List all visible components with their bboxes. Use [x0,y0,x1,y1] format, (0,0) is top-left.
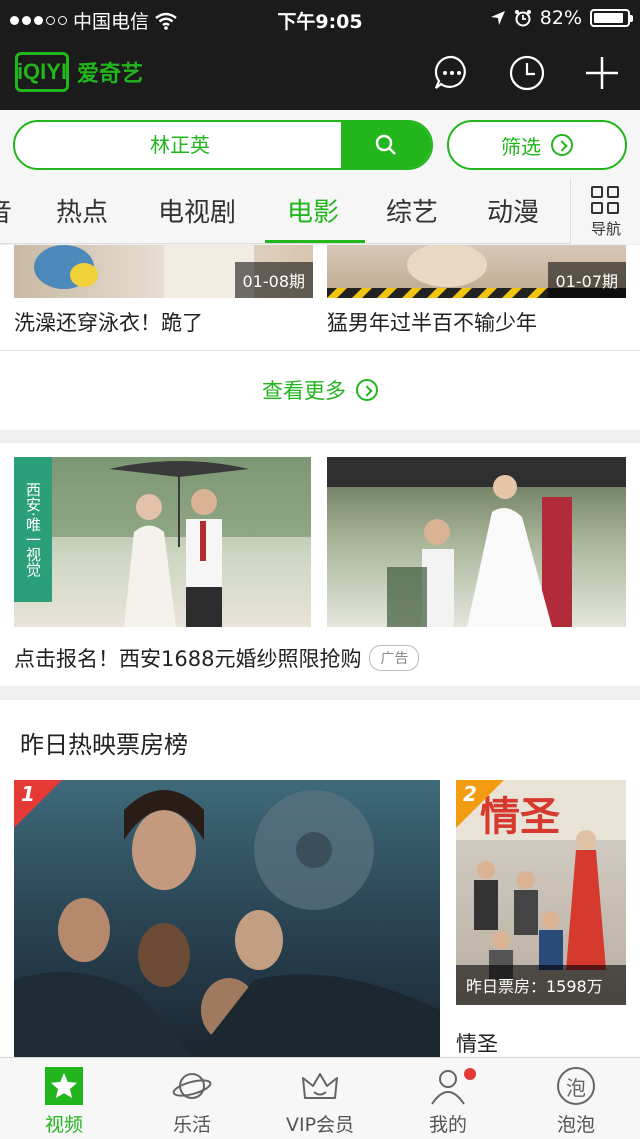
history-clock-icon[interactable] [508,54,546,92]
filter-button[interactable]: 筛选 [447,120,627,170]
movie-poster-rank-1[interactable]: 1 [14,780,440,1057]
video-title[interactable]: 猛男年过半百不输少年 [327,307,537,337]
tab-label: 我的 [428,1114,467,1136]
bottom-tab-vip[interactable]: VIP会员 [256,1058,384,1139]
ad-text-label: 点击报名！西安1688元婚纱照限抢购 [14,647,362,671]
search-box[interactable]: 林正英 [13,120,433,170]
see-more-label: 查看更多 [262,379,346,403]
status-bar: 中国电信 下午9:05 82% [0,0,640,36]
filter-label: 筛选 [501,134,541,159]
search-input[interactable]: 林正英 [15,122,345,168]
location-arrow-icon [490,11,505,25]
bottom-tab-paopao[interactable]: 泡 泡泡 [512,1058,640,1139]
star-icon [45,1067,83,1105]
app-logo[interactable]: iQIYI 爱奇艺 [15,52,143,92]
app-header: iQIYI 爱奇艺 [0,36,640,110]
nav-button[interactable]: 导航 [570,178,640,244]
plus-icon[interactable] [583,54,621,92]
video-title[interactable]: 洗澡还穿泳衣！跪了 [14,307,203,337]
tab-tv[interactable]: 电视剧 [158,192,236,229]
video-thumbnail[interactable]: 01-07期 [327,245,626,298]
section-title: 昨日热映票房榜 [20,731,188,759]
search-button[interactable] [341,122,431,168]
tab-music[interactable]: 音 [0,192,12,229]
bottom-tab-bar: 视频 乐活 VIP会员 我的 泡 泡泡 [0,1057,640,1139]
search-icon [375,134,396,155]
movie-title[interactable]: 情圣 [456,1028,498,1058]
tab-label: 乐活 [172,1114,211,1136]
user-icon [431,1070,465,1105]
search-row: 林正英 筛选 [0,110,640,178]
ad-side-tag: 西安·唯一视觉 [14,457,52,602]
tab-hot[interactable]: 热点 [56,192,108,229]
ad-badge: 广告 [369,645,420,671]
grid-icon [591,186,621,216]
rank-number: 2 [463,782,477,806]
chat-icon[interactable] [433,54,471,92]
ad-image[interactable] [327,457,626,627]
episode-badge: 01-07期 [547,262,626,298]
see-more-link[interactable]: 查看更多 [0,375,640,405]
tab-movie[interactable]: 电影 [287,192,339,229]
divider [0,350,640,351]
battery-percent: 82% [539,7,582,29]
nav-label: 导航 [590,220,621,238]
circle-arrow-right-icon [356,379,378,401]
circle-arrow-right-icon [551,134,573,156]
active-tab-underline [265,240,365,243]
ad-image[interactable]: 西安·唯一视觉 [14,457,311,627]
tab-label: 视频 [44,1114,83,1136]
bottom-tab-video[interactable]: 视频 [0,1058,128,1139]
tab-anime[interactable]: 动漫 [487,192,539,229]
iqiyi-logo-mark: iQIYI [15,52,69,92]
rank-number: 1 [21,782,35,806]
planet-icon [172,1073,212,1099]
bottom-tab-mine[interactable]: 我的 [384,1058,512,1139]
tab-variety[interactable]: 综艺 [386,192,438,229]
bubble-icon-text: 泡 [566,1076,586,1100]
ad-text[interactable]: 点击报名！西安1688元婚纱照限抢购 广告 [14,643,420,673]
wedding-photo-art [14,457,311,627]
wedding-photo-art [327,457,626,627]
notification-dot [464,1068,476,1080]
episode-badge: 01-08期 [234,262,313,298]
video-thumbnail[interactable]: 01-08期 [14,245,313,298]
alarm-icon [514,10,531,27]
ad-card[interactable]: 西安·唯一视觉 点击报名！西安1688元婚纱照限抢购 广告 [0,443,640,686]
box-office-amount: 昨日票房：1598万 [456,965,626,1005]
status-right: 82% [490,7,633,29]
battery-icon [590,9,633,27]
poster-art [14,790,440,1057]
logo-text: 爱奇艺 [77,62,144,87]
tab-label: 泡泡 [556,1114,595,1136]
bottom-tab-lehuo[interactable]: 乐活 [128,1058,256,1139]
box-office-card: 昨日热映票房榜 1 情圣 2 昨日票房：1598万 情圣 [0,700,640,1057]
video-grid-card: 01-08期 01-07期 洗澡还穿泳衣！跪了 猛男年过半百不输少年 查看更多 [0,245,640,430]
tab-label: VIP会员 [285,1114,355,1136]
category-tabs: 音 热点 电视剧 电影 综艺 动漫 导航 [0,178,640,244]
movie-poster-rank-2[interactable]: 情圣 2 昨日票房：1598万 [456,780,626,1005]
crown-icon [302,1073,338,1099]
